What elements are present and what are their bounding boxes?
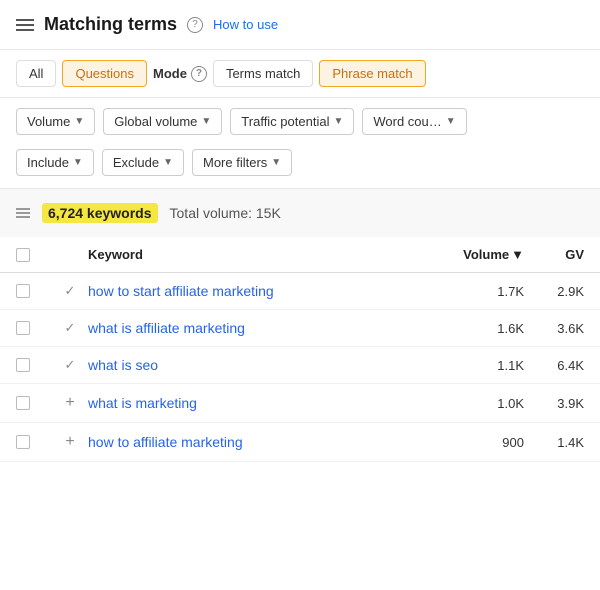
row-volume-cell: 1.1K <box>444 358 524 373</box>
global-volume-filter[interactable]: Global volume ▼ <box>103 108 222 135</box>
row-gv-cell: 3.9K <box>524 396 584 411</box>
status-icon: ✓ <box>65 283 76 299</box>
table-row: ✓ what is seo 1.1K 6.4K <box>0 347 600 384</box>
traffic-arrow-icon: ▼ <box>333 116 343 127</box>
row-volume-cell: 900 <box>444 435 524 450</box>
row-keyword-cell: how to affiliate marketing <box>88 434 444 450</box>
all-button[interactable]: All <box>16 60 56 87</box>
drag-icon <box>16 208 30 218</box>
keyword-link[interactable]: how to affiliate marketing <box>88 434 243 450</box>
keyword-link[interactable]: what is seo <box>88 357 158 373</box>
row-checkbox-cell[interactable] <box>16 396 52 410</box>
table-header: Keyword Volume ▼ GV <box>0 237 600 273</box>
row-gv-cell: 2.9K <box>524 284 584 299</box>
row-checkbox[interactable] <box>16 284 30 298</box>
table-body: ✓ how to start affiliate marketing 1.7K … <box>0 273 600 462</box>
col-header-volume[interactable]: Volume ▼ <box>444 247 524 262</box>
word-count-filter[interactable]: Word cou… ▼ <box>362 108 466 135</box>
mode-help-icon[interactable]: ? <box>191 66 207 82</box>
header: Matching terms ? How to use <box>0 0 600 50</box>
global-volume-arrow-icon: ▼ <box>201 116 211 127</box>
row-checkbox-cell[interactable] <box>16 358 52 372</box>
row-checkbox[interactable] <box>16 358 30 372</box>
hamburger-icon[interactable] <box>16 19 34 31</box>
row-checkbox-cell[interactable] <box>16 321 52 335</box>
row-status-cell: ✓ <box>52 357 88 373</box>
row-status-cell: + <box>52 394 88 412</box>
volume-arrow-icon: ▼ <box>74 116 84 127</box>
keywords-table: Keyword Volume ▼ GV ✓ how to start affil… <box>0 237 600 462</box>
row-keyword-cell: what is seo <box>88 357 444 373</box>
summary-bar: 6,724 keywords Total volume: 15K <box>0 189 600 237</box>
table-row: ✓ how to start affiliate marketing 1.7K … <box>0 273 600 310</box>
volume-filter[interactable]: Volume ▼ <box>16 108 95 135</box>
row-volume-cell: 1.6K <box>444 321 524 336</box>
more-filters-arrow-icon: ▼ <box>271 157 281 168</box>
sort-arrow-icon: ▼ <box>511 247 524 262</box>
row-checkbox-cell[interactable] <box>16 284 52 298</box>
row-keyword-cell: what is marketing <box>88 395 444 411</box>
status-icon: + <box>65 394 74 412</box>
row-status-cell: + <box>52 433 88 451</box>
row-checkbox-cell[interactable] <box>16 435 52 449</box>
include-filter[interactable]: Include ▼ <box>16 149 94 176</box>
row-volume-cell: 1.7K <box>444 284 524 299</box>
more-filters-button[interactable]: More filters ▼ <box>192 149 292 176</box>
row-keyword-cell: how to start affiliate marketing <box>88 283 444 299</box>
keyword-link[interactable]: what is marketing <box>88 395 197 411</box>
status-icon: + <box>65 433 74 451</box>
table-row: + what is marketing 1.0K 3.9K <box>0 384 600 423</box>
row-status-cell: ✓ <box>52 283 88 299</box>
filter-bar-include: Include ▼ Exclude ▼ More filters ▼ <box>0 145 600 189</box>
col-header-keyword: Keyword <box>88 247 444 262</box>
row-checkbox[interactable] <box>16 321 30 335</box>
exclude-arrow-icon: ▼ <box>163 157 173 168</box>
filter-bar-metrics: Volume ▼ Global volume ▼ Traffic potenti… <box>0 98 600 145</box>
keyword-link[interactable]: what is affiliate marketing <box>88 320 245 336</box>
total-volume-label: Total volume: 15K <box>170 205 281 221</box>
row-volume-cell: 1.0K <box>444 396 524 411</box>
row-gv-cell: 1.4K <box>524 435 584 450</box>
header-checkbox-cell[interactable] <box>16 248 52 262</box>
row-checkbox[interactable] <box>16 435 30 449</box>
filter-bar-mode: All Questions Mode ? Terms match Phrase … <box>0 50 600 98</box>
traffic-potential-filter[interactable]: Traffic potential ▼ <box>230 108 354 135</box>
mode-label: Mode ? <box>153 66 207 82</box>
row-keyword-cell: what is affiliate marketing <box>88 320 444 336</box>
keywords-count-badge: 6,724 keywords <box>42 203 158 223</box>
status-icon: ✓ <box>65 320 76 336</box>
col-header-gv: GV <box>524 247 584 262</box>
select-all-checkbox[interactable] <box>16 248 30 262</box>
row-gv-cell: 3.6K <box>524 321 584 336</box>
questions-button[interactable]: Questions <box>62 60 147 87</box>
status-icon: ✓ <box>65 357 76 373</box>
table-row: ✓ what is affiliate marketing 1.6K 3.6K <box>0 310 600 347</box>
how-to-use-link[interactable]: How to use <box>213 17 278 32</box>
row-checkbox[interactable] <box>16 396 30 410</box>
word-count-arrow-icon: ▼ <box>446 116 456 127</box>
terms-match-button[interactable]: Terms match <box>213 60 313 87</box>
exclude-filter[interactable]: Exclude ▼ <box>102 149 184 176</box>
help-icon[interactable]: ? <box>187 17 203 33</box>
include-arrow-icon: ▼ <box>73 157 83 168</box>
page-title: Matching terms <box>44 14 177 35</box>
table-row: + how to affiliate marketing 900 1.4K <box>0 423 600 462</box>
row-gv-cell: 6.4K <box>524 358 584 373</box>
phrase-match-button[interactable]: Phrase match <box>319 60 425 87</box>
keyword-link[interactable]: how to start affiliate marketing <box>88 283 274 299</box>
row-status-cell: ✓ <box>52 320 88 336</box>
